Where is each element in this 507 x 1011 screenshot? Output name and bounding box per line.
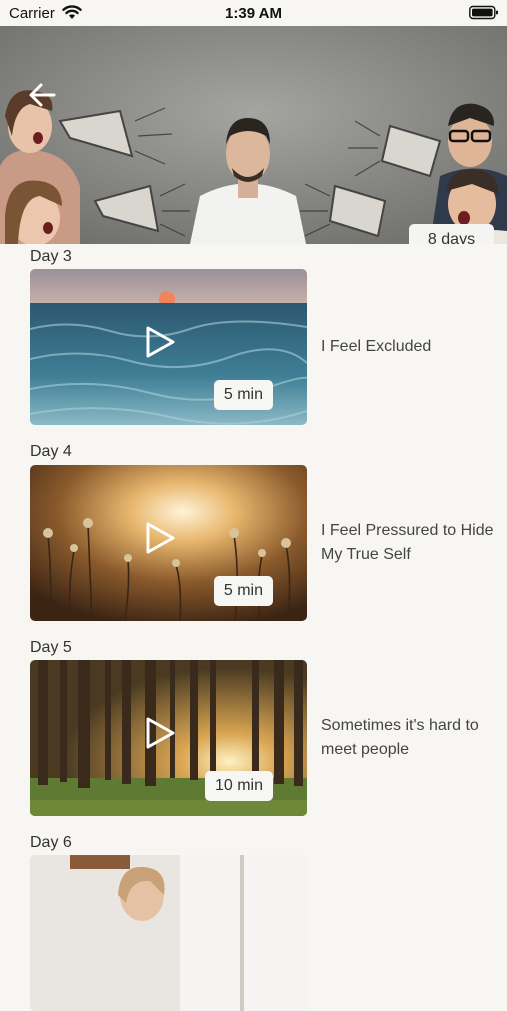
day-label: Day 5: [30, 639, 72, 656]
status-time: 1:39 AM: [225, 5, 282, 22]
session-duration-badge: 5 min: [213, 380, 273, 410]
woman-window-image: [30, 855, 307, 1011]
session-thumbnail[interactable]: [30, 855, 307, 1011]
battery-icon: [469, 5, 499, 25]
session-title[interactable]: Sometimes it's hard to meet people: [321, 714, 496, 762]
session-duration-badge: 5 min: [213, 576, 273, 606]
session-thumbnail[interactable]: 5 min: [30, 465, 307, 621]
day-label: Day 6: [30, 834, 72, 851]
play-icon[interactable]: [143, 324, 177, 360]
session-thumbnail[interactable]: 5 min: [30, 269, 307, 425]
play-icon[interactable]: [143, 520, 177, 556]
program-duration-badge: 8 days: [409, 224, 494, 244]
hero-illustration: [0, 26, 507, 244]
session-duration-badge: 10 min: [204, 771, 273, 801]
program-hero-image: 8 days: [0, 26, 507, 244]
day-label: Day 4: [30, 443, 72, 460]
arrow-left-icon: [29, 83, 56, 107]
session-title[interactable]: I Feel Pressured to Hide My True Self: [321, 519, 496, 567]
day-label: Day 3: [30, 248, 72, 265]
back-button[interactable]: [26, 80, 60, 110]
session-title[interactable]: I Feel Excluded: [321, 335, 496, 359]
status-bar: Carrier 1:39 AM: [0, 0, 507, 26]
session-thumbnail[interactable]: 10 min: [30, 660, 307, 816]
play-icon[interactable]: [143, 715, 177, 751]
